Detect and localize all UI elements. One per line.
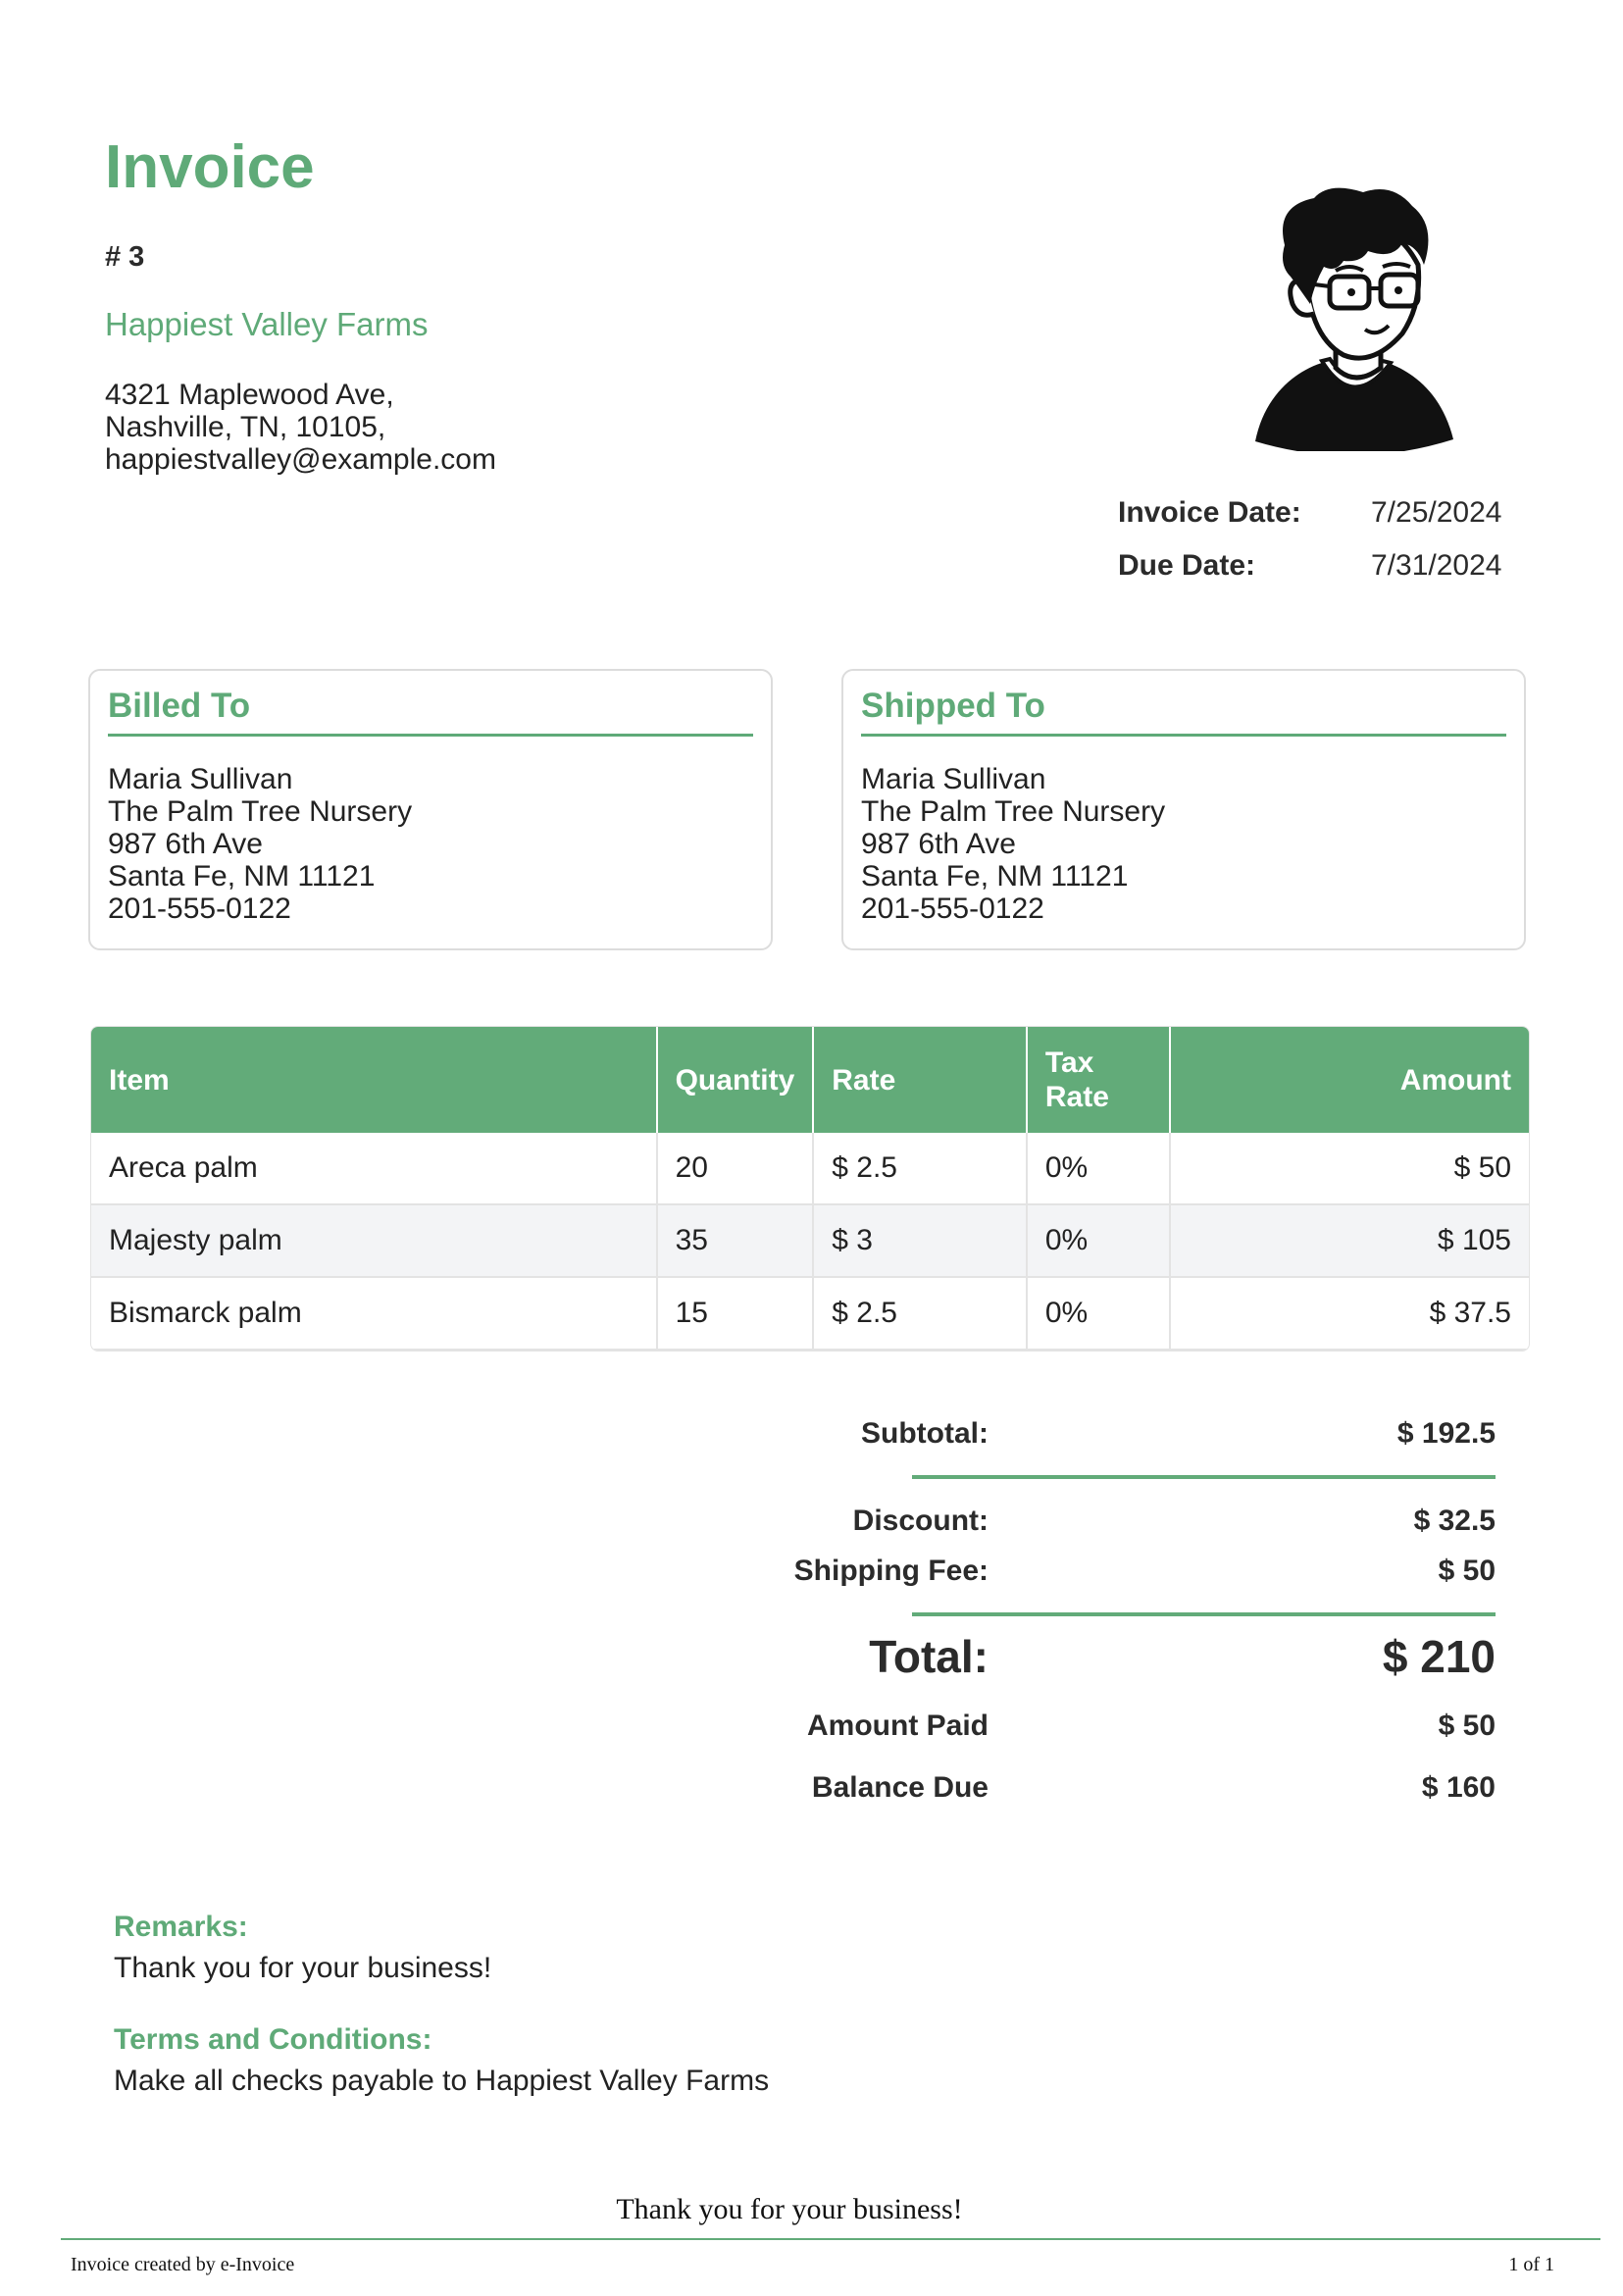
address-email: happiestvalley@example.com [105, 443, 496, 476]
balance-due-value: $ 160 [1421, 1771, 1496, 1804]
billed-to-box: Billed To Maria Sullivan The Palm Tree N… [88, 669, 773, 950]
shipping-value: $ 50 [1438, 1555, 1496, 1587]
column-header-amount: Amount [1169, 1027, 1529, 1133]
cell-quantity: 15 [656, 1277, 815, 1351]
cell-rate: $ 2.5 [813, 1133, 1028, 1205]
billed-to-title: Billed To [108, 687, 753, 737]
cell-amount: $ 50 [1169, 1133, 1529, 1205]
cell-rate: $ 2.5 [813, 1277, 1028, 1351]
shipping-label: Shipping Fee: [793, 1555, 989, 1587]
cell-item: Areca palm [91, 1133, 658, 1205]
amount-paid-value: $ 50 [1438, 1709, 1496, 1742]
billed-to-street: 987 6th Ave [108, 828, 263, 860]
invoice-date-label: Invoice Date: [1118, 496, 1301, 529]
cell-rate: $ 3 [813, 1204, 1028, 1278]
cell-quantity: 20 [656, 1133, 815, 1205]
balance-due-label: Balance Due [811, 1771, 989, 1804]
shipping-row: Shipping Fee: $ 50 [765, 1544, 1496, 1599]
company-name: Happiest Valley Farms [105, 306, 429, 342]
due-date-label: Due Date: [1118, 549, 1256, 582]
address-line: Nashville, TN, 10105, [105, 411, 386, 443]
shipped-to-title: Shipped To [861, 687, 1506, 737]
company-address: 4321 Maplewood Ave, Nashville, TN, 10105… [105, 379, 496, 476]
avatar-icon [1245, 186, 1461, 456]
amount-paid-row: Amount Paid $ 50 [765, 1697, 1496, 1756]
subtotal-value: $ 192.5 [1396, 1417, 1496, 1450]
billed-to-name: Maria Sullivan [108, 763, 293, 795]
shipped-to-company: The Palm Tree Nursery [861, 795, 1166, 828]
total-row: Total: $ 210 [765, 1616, 1496, 1697]
invoice-dates: Invoice Date: 7/25/2024 Due Date: 7/31/2… [1118, 496, 1510, 602]
shipped-to-details: Maria Sullivan The Palm Tree Nursery 987… [861, 763, 1165, 925]
discount-row: Discount: $ 32.5 [765, 1499, 1496, 1544]
shipped-to-name: Maria Sullivan [861, 763, 1046, 795]
subtotal-label: Subtotal: [861, 1417, 989, 1450]
invoice-date-row: Invoice Date: 7/25/2024 [1118, 496, 1510, 549]
table-row: Majesty palm 35 $ 3 0% $ 105 [91, 1204, 1529, 1278]
cell-amount: $ 37.5 [1169, 1277, 1529, 1351]
column-header-tax-rate: Tax Rate [1026, 1027, 1171, 1133]
column-header-quantity: Quantity [656, 1027, 815, 1133]
column-header-item: Item [91, 1027, 658, 1133]
column-header-rate: Rate [813, 1027, 1028, 1133]
billed-to-company: The Palm Tree Nursery [108, 795, 413, 828]
total-label: Total: [869, 1631, 989, 1682]
cell-item: Majesty palm [91, 1204, 658, 1278]
table-header-row: Item Quantity Rate Tax Rate Amount [91, 1027, 1529, 1133]
cell-amount: $ 105 [1169, 1204, 1529, 1278]
shipped-to-street: 987 6th Ave [861, 828, 1016, 860]
terms-label: Terms and Conditions: [114, 2023, 432, 2056]
invoice-date-value: 7/25/2024 [1371, 496, 1502, 529]
invoice-title: Invoice [105, 133, 315, 201]
invoice-number: # 3 [105, 241, 145, 273]
total-value: $ 210 [1382, 1631, 1496, 1682]
balance-due-row: Balance Due $ 160 [765, 1756, 1496, 1820]
cell-tax-rate: 0% [1026, 1133, 1171, 1205]
shipped-to-box: Shipped To Maria Sullivan The Palm Tree … [841, 669, 1526, 950]
address-line: 4321 Maplewood Ave, [105, 379, 394, 411]
cell-item: Bismarck palm [91, 1277, 658, 1351]
remarks-text: Thank you for your business! [114, 1952, 492, 1984]
footer-created-by: Invoice created by e-Invoice [71, 2254, 295, 2275]
cell-tax-rate: 0% [1026, 1277, 1171, 1351]
footer-page-number: 1 of 1 [1508, 2254, 1554, 2275]
remarks-label: Remarks: [114, 1911, 248, 1943]
footer-thanks: Thank you for your business! [616, 2193, 963, 2225]
shipped-to-phone: 201-555-0122 [861, 893, 1044, 925]
items-table: Item Quantity Rate Tax Rate Amount Areca… [90, 1026, 1530, 1352]
shipped-to-city: Santa Fe, NM 11121 [861, 860, 1129, 893]
billed-to-phone: 201-555-0122 [108, 893, 291, 925]
billed-to-details: Maria Sullivan The Palm Tree Nursery 987… [108, 763, 412, 925]
discount-value: $ 32.5 [1413, 1505, 1496, 1537]
table-row: Bismarck palm 15 $ 2.5 0% $ 37.5 [91, 1277, 1529, 1351]
tax-rate-header-label: Tax Rate [1044, 1046, 1109, 1113]
cell-tax-rate: 0% [1026, 1204, 1171, 1278]
due-date-row: Due Date: 7/31/2024 [1118, 549, 1510, 602]
due-date-value: 7/31/2024 [1371, 549, 1502, 582]
totals-section: Subtotal: $ 192.5 Discount: $ 32.5 Shipp… [765, 1412, 1496, 1820]
table-row: Areca palm 20 $ 2.5 0% $ 50 [91, 1133, 1529, 1205]
billed-to-city: Santa Fe, NM 11121 [108, 860, 376, 893]
terms-text: Make all checks payable to Happiest Vall… [114, 2065, 770, 2097]
amount-paid-label: Amount Paid [807, 1709, 989, 1742]
footer-divider [61, 2238, 1600, 2240]
subtotal-row: Subtotal: $ 192.5 [765, 1412, 1496, 1455]
cell-quantity: 35 [656, 1204, 815, 1278]
discount-label: Discount: [852, 1505, 989, 1537]
